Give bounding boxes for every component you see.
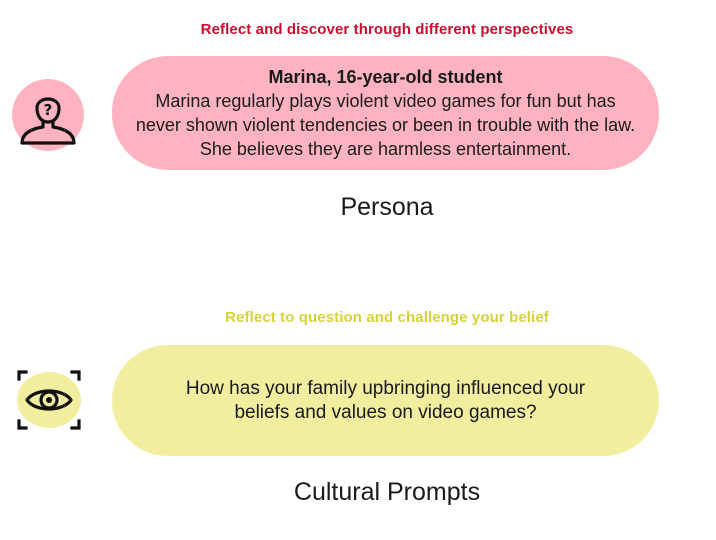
cultural-heading: Reflect to question and challenge your b… xyxy=(225,309,549,326)
cultural-prompt-bubble: How has your family upbringing influence… xyxy=(112,345,659,456)
persona-heading: Reflect and discover through different p… xyxy=(200,21,574,38)
cultural-caption: Cultural Prompts xyxy=(293,478,481,506)
svg-text:?: ? xyxy=(44,101,53,119)
persona-name: Marina, 16-year-old student xyxy=(268,67,503,87)
persona-caption: Persona xyxy=(340,193,434,221)
cultural-prompt-question: How has your family upbringing influence… xyxy=(185,377,586,423)
persona-description: Marina regularly plays violent video gam… xyxy=(135,91,636,159)
person-question-icon: ? xyxy=(12,79,84,151)
persona-bubble: Marina, 16-year-old student Marina regul… xyxy=(112,56,659,170)
eye-focus-icon xyxy=(13,369,85,431)
